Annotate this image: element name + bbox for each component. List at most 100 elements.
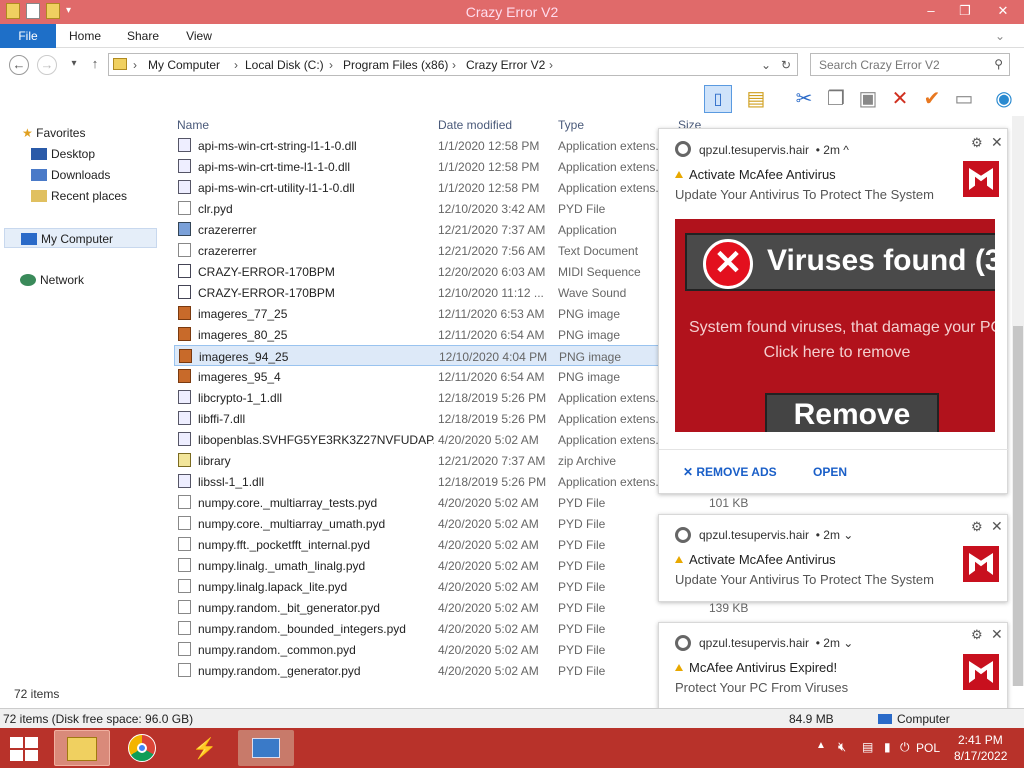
file-row[interactable]: clr.pyd 12/10/2020 3:42 AM PYD File — [174, 198, 660, 219]
delete-icon[interactable]: ✕ — [886, 85, 914, 113]
address-dropdown-icon[interactable]: ⌄ — [761, 58, 771, 72]
chevron-right-icon[interactable]: › — [133, 58, 137, 72]
breadcrumb-my-computer[interactable]: My Computer — [148, 58, 220, 72]
notification-time[interactable]: • 2m ^ — [816, 143, 849, 157]
nav-favorites[interactable]: ★ Favorites — [22, 123, 85, 143]
file-row[interactable]: numpy.random._common.pyd 4/20/2020 5:02 A… — [174, 639, 660, 660]
app-taskbar-button[interactable]: ⚡ — [174, 730, 230, 766]
preview-pane-icon[interactable]: ▯ — [704, 85, 732, 113]
file-row[interactable]: CRAZY-ERROR-170BPM 12/20/2020 6:03 AM MIDI… — [174, 261, 660, 282]
notification-collapsed[interactable]: qpzul.tesupervis.hair • 2m ⌄ ⚙ ✕ Activat… — [658, 514, 1008, 602]
file-row[interactable]: numpy.random._bounded_integers.pyd 4/20/2… — [174, 618, 660, 639]
open-button[interactable]: OPEN — [813, 465, 847, 479]
nav-downloads[interactable]: Downloads — [31, 165, 110, 185]
breadcrumb-local-disk[interactable]: Local Disk (C:) — [245, 58, 324, 72]
up-button[interactable]: ↑ — [85, 55, 105, 75]
rename-icon[interactable]: ▭ — [950, 85, 978, 113]
tab-file[interactable]: File — [0, 24, 56, 48]
breadcrumb-program-files[interactable]: Program Files (x86) — [343, 58, 448, 72]
file-row[interactable]: imageres_95_4 12/11/2020 6:54 AM PNG image — [174, 366, 660, 387]
file-row[interactable]: api-ms-win-crt-time-l1-1-0.dll 1/1/2020 1… — [174, 156, 660, 177]
forward-button[interactable]: → — [37, 55, 57, 75]
tab-share[interactable]: Share — [120, 24, 166, 48]
clock-date[interactable]: 8/17/2022 — [954, 749, 1007, 763]
start-button[interactable] — [10, 737, 38, 761]
remove-ads-button[interactable]: ✕ REMOVE ADS — [683, 465, 777, 479]
input-language[interactable]: POL — [916, 741, 940, 755]
file-row[interactable]: api-ms-win-crt-string-l1-1-0.dll 1/1/2020… — [174, 135, 660, 156]
nav-my-computer[interactable]: My Computer — [4, 228, 157, 248]
file-row[interactable]: libssl-1_1.dll 12/18/2019 5:26 PM Applicat… — [174, 471, 660, 492]
file-row[interactable]: numpy.random._generator.pyd 4/20/2020 5:0… — [174, 660, 660, 681]
file-row[interactable]: imageres_80_25 12/11/2020 6:54 AM PNG imag… — [174, 324, 660, 345]
file-row[interactable]: numpy.core._multiarray_umath.pyd 4/20/202… — [174, 513, 660, 534]
chevron-right-icon[interactable]: › — [234, 58, 238, 72]
chevron-right-icon[interactable]: › — [549, 58, 553, 72]
tab-home[interactable]: Home — [62, 24, 108, 48]
file-row[interactable]: libopenblas.SVHFG5YE3RK3Z27NVFUDAP... 4/2… — [174, 429, 660, 450]
file-row[interactable]: imageres_77_25 12/11/2020 6:53 AM PNG imag… — [174, 303, 660, 324]
file-row[interactable]: numpy.fft._pocketfft_internal.pyd 4/20/20… — [174, 534, 660, 555]
notification-expanded[interactable]: qpzul.tesupervis.hair • 2m ^ ⚙ ✕ Activat… — [658, 128, 1009, 494]
volume-muted-icon[interactable]: 🔇︎ — [838, 739, 846, 755]
power-icon[interactable]: ⏻ — [900, 740, 910, 755]
file-row[interactable]: imageres_94_25 12/10/2020 4:04 PM PNG imag… — [174, 345, 660, 366]
close-button[interactable]: ✕ — [982, 0, 1024, 24]
window-taskbar-button[interactable] — [238, 730, 294, 766]
file-row[interactable]: numpy.core._multiarray_tests.pyd 4/20/202… — [174, 492, 660, 513]
breadcrumb-crazy-error[interactable]: Crazy Error V2 — [466, 58, 545, 72]
globe-icon[interactable]: ◉ — [990, 85, 1018, 113]
notification-time[interactable]: • 2m ⌄ — [816, 636, 854, 650]
maximize-button[interactable]: ❐ — [948, 0, 982, 24]
ad-image[interactable]: ✕ Viruses found (3) System found viruses… — [675, 219, 995, 432]
ribbon-expand-icon[interactable]: ⌄ — [990, 24, 1010, 48]
refresh-icon[interactable]: ↻ — [781, 58, 791, 72]
search-input[interactable]: Search Crazy Error V2 ⚲ — [810, 53, 1010, 76]
nav-recent-places[interactable]: Recent places — [31, 186, 127, 206]
nav-network[interactable]: Network — [20, 270, 84, 290]
chevron-right-icon[interactable]: › — [329, 58, 333, 72]
file-row[interactable]: libcrypto-1_1.dll 12/18/2019 5:26 PM Appli… — [174, 387, 660, 408]
tab-view[interactable]: View — [178, 24, 220, 48]
copy-icon[interactable]: ❐ — [822, 85, 850, 113]
file-row[interactable]: api-ms-win-crt-utility-l1-1-0.dll 1/1/202… — [174, 177, 660, 198]
nav-desktop[interactable]: Desktop — [31, 144, 95, 164]
file-row[interactable]: numpy.random._bit_generator.pyd 4/20/2020… — [174, 597, 660, 618]
column-header-date[interactable]: Date modified — [438, 118, 512, 132]
gear-icon[interactable]: ⚙ — [971, 135, 983, 151]
scrollbar-thumb[interactable] — [1013, 326, 1023, 686]
folder-options-icon[interactable]: ▤ — [742, 85, 770, 113]
close-icon[interactable]: ✕ — [991, 518, 1003, 535]
clock-time[interactable]: 2:41 PM — [958, 733, 1003, 747]
remove-ad-button[interactable]: Remove — [765, 393, 939, 432]
checkmark-icon[interactable]: ✔ — [918, 85, 946, 113]
notification-time[interactable]: • 2m ⌄ — [816, 528, 854, 542]
scissors-icon[interactable]: ✂ — [790, 85, 818, 113]
file-row[interactable]: crazererrer 12/21/2020 7:56 AM Text Docume… — [174, 240, 660, 261]
chrome-taskbar-button[interactable] — [114, 730, 170, 766]
file-row[interactable]: crazererrer 12/21/2020 7:37 AM Application — [174, 219, 660, 240]
close-icon[interactable]: ✕ — [991, 626, 1003, 643]
file-row[interactable]: numpy.linalg._umath_linalg.pyd 4/20/2020 … — [174, 555, 660, 576]
file-row[interactable]: library 12/21/2020 7:37 AM zip Archive — [174, 450, 660, 471]
address-field[interactable]: › My Computer › Local Disk (C:) › Progra… — [108, 53, 798, 76]
file-row[interactable]: numpy.linalg.lapack_lite.pyd 4/20/2020 5:… — [174, 576, 660, 597]
minimize-button[interactable]: – — [914, 0, 948, 24]
column-header-name[interactable]: Name — [177, 118, 209, 132]
network-icon[interactable]: ▤ — [862, 740, 873, 754]
close-icon[interactable]: ✕ — [991, 134, 1003, 151]
file-row[interactable]: CRAZY-ERROR-170BPM 12/10/2020 11:12 ... Wa… — [174, 282, 660, 303]
gear-icon[interactable]: ⚙ — [971, 519, 983, 535]
scrollbar[interactable] — [1012, 116, 1024, 686]
tray-up-icon[interactable]: ▲ — [816, 740, 826, 751]
paste-icon[interactable]: ▣ — [854, 85, 882, 113]
battery-icon[interactable]: ▮ — [884, 740, 891, 754]
notification-collapsed[interactable]: qpzul.tesupervis.hair • 2m ⌄ ⚙ ✕ McAfee … — [658, 622, 1008, 712]
back-button[interactable]: ← — [9, 55, 29, 75]
search-icon[interactable]: ⚲ — [994, 57, 1003, 71]
chevron-right-icon[interactable]: › — [452, 58, 456, 72]
gear-icon[interactable]: ⚙ — [971, 627, 983, 643]
recent-locations-icon[interactable]: ▾ — [64, 55, 84, 75]
column-header-type[interactable]: Type — [558, 118, 584, 132]
file-explorer-taskbar-button[interactable] — [54, 730, 110, 766]
